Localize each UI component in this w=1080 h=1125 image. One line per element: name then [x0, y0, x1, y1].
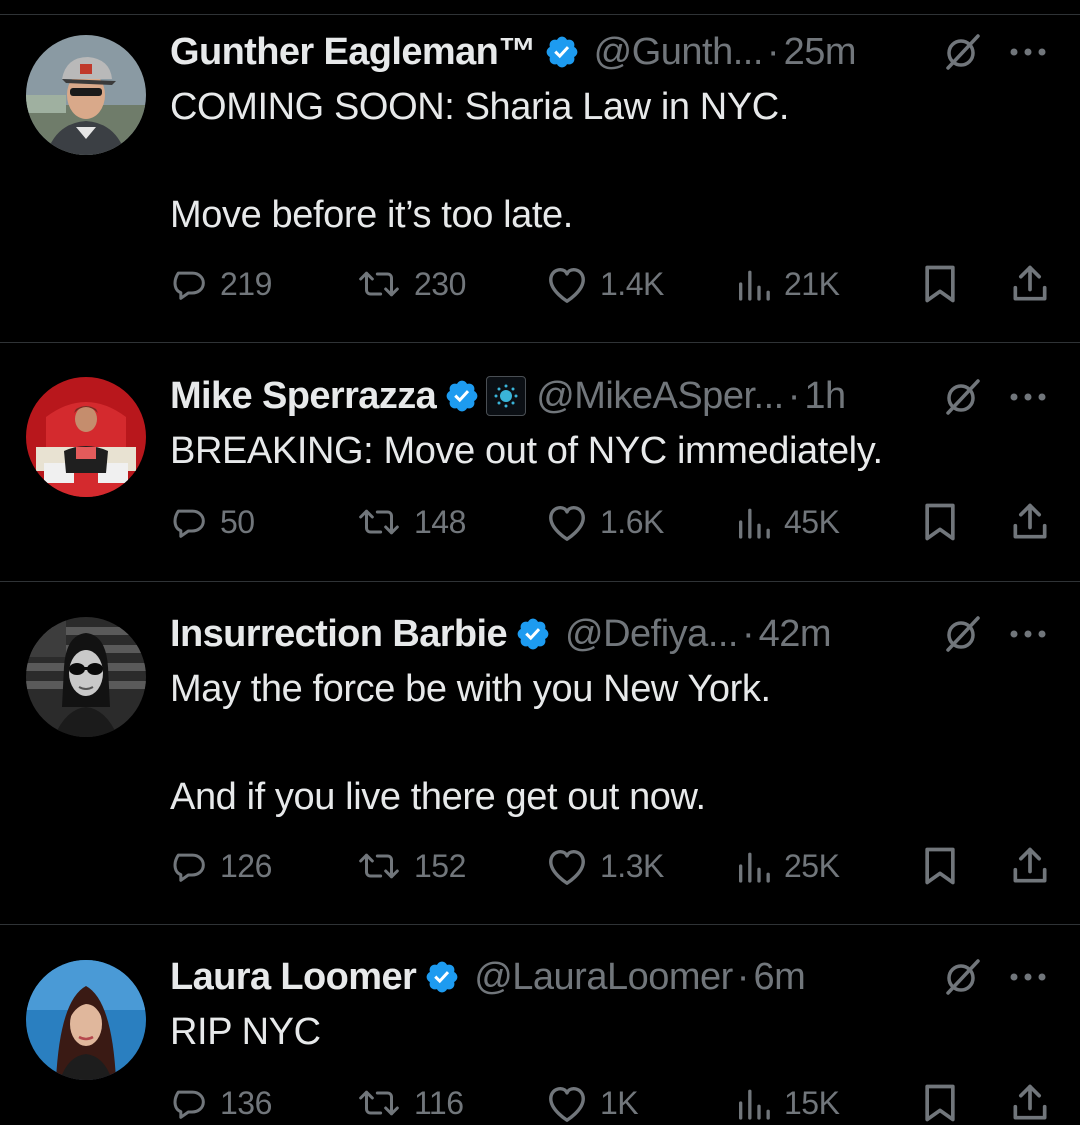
avatar[interactable]	[26, 960, 146, 1080]
repost-button[interactable]: 152	[354, 844, 466, 888]
tweet[interactable]: Laura Loomer @LauraLoomer · 6m RIP NYC 1…	[0, 925, 1080, 1124]
views-button[interactable]: 15K	[734, 1081, 840, 1125]
more-options-icon[interactable]	[1004, 30, 1052, 74]
reply-button[interactable]: 136	[170, 1081, 272, 1125]
repost-count: 116	[414, 1084, 464, 1121]
more-options-icon[interactable]	[1004, 612, 1052, 656]
tweet-text: May the force be with you New York. And …	[170, 668, 771, 818]
like-count: 1.4K	[600, 265, 664, 302]
tweet-text: COMING SOON: Sharia Law in NYC. Move bef…	[170, 86, 789, 236]
avatar[interactable]	[26, 377, 146, 497]
repost-count: 230	[414, 265, 466, 302]
reply-button[interactable]: 219	[170, 262, 272, 306]
separator-dot: ·	[766, 31, 780, 73]
timestamp[interactable]: 1h	[804, 371, 846, 421]
reply-count: 136	[220, 1084, 272, 1121]
reply-icon	[173, 271, 205, 300]
reply-icon	[173, 1090, 205, 1119]
bookmark-icon[interactable]	[918, 262, 962, 306]
grok-icon[interactable]	[940, 375, 984, 419]
display-name[interactable]: Insurrection Barbie	[170, 609, 508, 659]
display-name[interactable]: Laura Loomer	[170, 952, 417, 1002]
bookmark-icon[interactable]	[918, 844, 962, 888]
handle[interactable]: @MikeASper...	[536, 371, 784, 421]
reply-count: 50	[220, 503, 255, 540]
tweet[interactable]: Insurrection Barbie @Defiya... · 42m May…	[0, 582, 1080, 925]
grok-icon[interactable]	[940, 30, 984, 74]
share-icon[interactable]	[1008, 500, 1052, 544]
tweet[interactable]: Mike Sperrazza @MikeASper... · 1h BREAKI…	[0, 343, 1080, 582]
repost-button[interactable]: 230	[354, 262, 466, 306]
views-button[interactable]: 45K	[734, 500, 840, 544]
separator-dot: ·	[736, 956, 750, 998]
repost-button[interactable]: 148	[354, 500, 466, 544]
repost-count: 148	[414, 503, 466, 540]
heart-icon	[549, 267, 585, 303]
like-count: 1.6K	[600, 503, 664, 540]
view-count: 15K	[784, 1084, 840, 1121]
repost-count: 152	[414, 847, 466, 884]
reply-icon	[173, 509, 205, 538]
like-button[interactable]: 1K	[544, 1081, 639, 1125]
timestamp[interactable]: 6m	[753, 952, 805, 1002]
like-count: 1.3K	[600, 847, 664, 884]
heart-icon	[549, 849, 585, 885]
more-options-icon[interactable]	[1004, 955, 1052, 999]
tweet[interactable]: Gunther Eagleman™ @Gunth... · 25m COMING…	[0, 15, 1080, 343]
like-count: 1K	[600, 1084, 639, 1121]
repost-icon	[359, 853, 399, 879]
views-icon	[739, 270, 770, 301]
tweet-text: RIP NYC	[170, 1011, 321, 1053]
reply-icon	[173, 853, 205, 882]
view-count: 45K	[784, 503, 840, 540]
like-button[interactable]: 1.6K	[544, 500, 664, 544]
view-count: 25K	[784, 847, 840, 884]
display-name[interactable]: Gunther Eagleman™	[170, 27, 536, 77]
like-button[interactable]: 1.4K	[544, 262, 664, 306]
bookmark-icon[interactable]	[918, 500, 962, 544]
bookmark-icon[interactable]	[918, 1081, 962, 1125]
views-icon	[739, 1089, 770, 1120]
handle[interactable]: @Gunth...	[594, 27, 764, 77]
reply-count: 219	[220, 265, 272, 302]
tweet-text: BREAKING: Move out of NYC immediately.	[170, 430, 883, 472]
affiliate-badge-icon[interactable]	[486, 376, 527, 416]
reply-button[interactable]: 50	[170, 500, 255, 544]
share-icon[interactable]	[1008, 1081, 1052, 1125]
heart-icon	[549, 505, 585, 541]
views-icon	[739, 508, 770, 539]
verified-badge-icon	[446, 380, 478, 412]
separator-dot: ·	[787, 375, 801, 417]
share-icon[interactable]	[1008, 844, 1052, 888]
share-icon[interactable]	[1008, 262, 1052, 306]
reply-button[interactable]: 126	[170, 844, 272, 888]
verified-badge-icon	[546, 36, 578, 68]
timestamp[interactable]: 25m	[784, 27, 857, 77]
separator-dot: ·	[742, 613, 755, 655]
timestamp[interactable]: 42m	[759, 609, 832, 659]
avatar[interactable]	[26, 35, 146, 155]
verified-badge-icon	[426, 961, 458, 993]
display-name[interactable]: Mike Sperrazza	[170, 371, 437, 421]
repost-icon	[359, 1090, 399, 1116]
repost-button[interactable]: 116	[354, 1081, 464, 1125]
more-options-icon[interactable]	[1004, 375, 1052, 419]
view-count: 21K	[784, 265, 840, 302]
handle[interactable]: @LauraLoomer	[474, 952, 733, 1002]
avatar[interactable]	[26, 617, 146, 737]
repost-icon	[359, 271, 399, 297]
verified-badge-icon	[517, 618, 549, 650]
handle[interactable]: @Defiya...	[565, 609, 738, 659]
views-button[interactable]: 21K	[734, 262, 840, 306]
views-icon	[739, 852, 770, 883]
grok-icon[interactable]	[940, 612, 984, 656]
repost-icon	[359, 509, 399, 535]
reply-count: 126	[220, 847, 272, 884]
views-button[interactable]: 25K	[734, 844, 840, 888]
heart-icon	[549, 1086, 585, 1122]
grok-icon[interactable]	[940, 955, 984, 999]
like-button[interactable]: 1.3K	[544, 844, 664, 888]
